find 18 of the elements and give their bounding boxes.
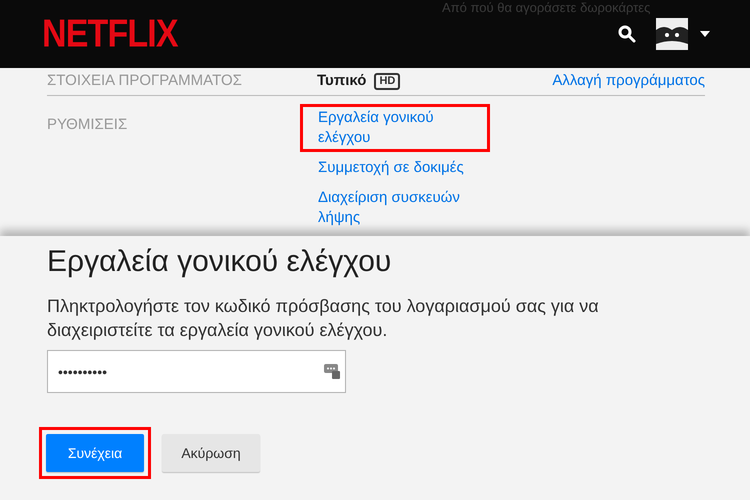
key-icon[interactable]	[324, 363, 340, 379]
avatar-icon[interactable]	[656, 18, 688, 50]
dialog-message: Πληκτρολογήστε τον κωδικό πρόσβασης του λογαριασμού σας για να διαχειριστείτε τα εργαλεία γονικού ελέγχου.	[47, 295, 600, 342]
settings-link[interactable]: Διαχείριση συσκευών λήψης	[300, 184, 490, 232]
hd-badge: HD	[374, 73, 400, 90]
change-plan-link[interactable]: Αλλαγή προγράμματος	[552, 70, 705, 93]
section-label: ΡΥΘΜΙΣΕΙΣ	[47, 115, 128, 135]
plan-name: Τυπικό	[317, 71, 366, 92]
settings-link[interactable]: Εργαλεία γονικού ελέγχου	[300, 104, 490, 152]
caret-icon[interactable]	[700, 31, 710, 37]
cancel-button[interactable]: Ακύρωση	[162, 434, 260, 472]
password-field[interactable]: ••••••••••	[47, 350, 346, 393]
search-icon[interactable]	[618, 25, 636, 43]
continue-button[interactable]: Συνέχεια	[46, 434, 144, 472]
settings-link[interactable]: Συμμετοχή σε δοκιμές	[300, 154, 490, 182]
section-label: ΣΤΟΙΧΕΙΑ ΠΡΟΓΡΑΜΜΑΤΟΣ	[47, 71, 243, 92]
dialog-title: Εργαλεία γονικού ελέγχου	[47, 244, 392, 280]
logo[interactable]: NETFLIX	[42, 14, 178, 54]
